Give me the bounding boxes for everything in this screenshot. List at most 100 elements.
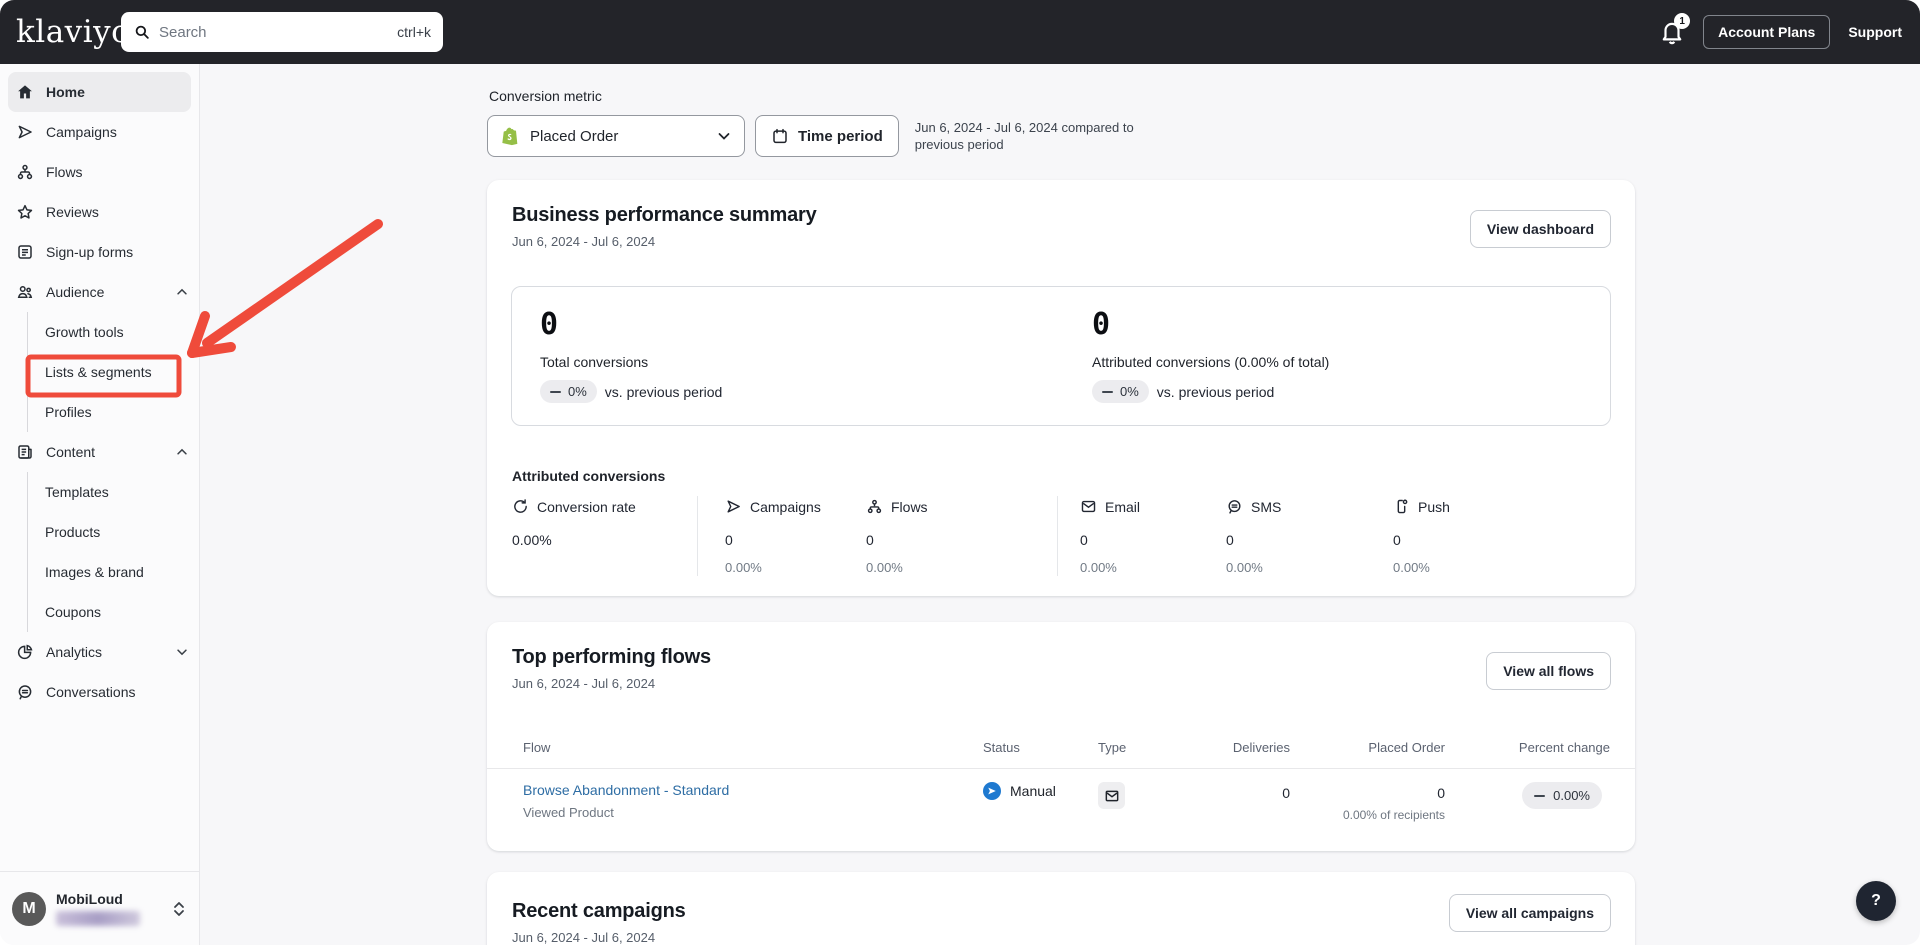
card-title: Business performance summary <box>512 204 817 226</box>
view-all-campaigns-button[interactable]: View all campaigns <box>1448 894 1611 932</box>
account-id-redacted <box>56 911 140 926</box>
send-icon <box>16 123 34 141</box>
conversion-metric-value: Placed Order <box>530 127 619 145</box>
sidebar-subitem-label: Coupons <box>45 604 102 620</box>
flow-name-link[interactable]: Browse Abandonment - Standard <box>523 782 729 798</box>
total-conversions-stat: 0 Total conversions 0% vs. previous peri… <box>540 307 722 403</box>
email-icon <box>1105 790 1118 801</box>
change-pill: 0% <box>1092 380 1149 403</box>
metric-value: 0.00% <box>512 532 552 548</box>
metric-email: Email 0 0.00% <box>1058 496 1226 576</box>
help-button[interactable]: ? <box>1856 881 1896 921</box>
metric-sub: 0.00% <box>1226 560 1263 575</box>
dashboard-controls: Placed Order Time period Jun 6, 2024 - J… <box>487 115 1137 157</box>
flow-status-cell: Manual <box>983 782 1098 800</box>
placed-order-sub: 0.00% of recipients <box>1342 808 1445 822</box>
account-switcher[interactable]: M MobiLoud <box>0 871 199 945</box>
sidebar-item-home[interactable]: Home <box>8 72 191 112</box>
sidebar-item-flows[interactable]: Flows <box>0 152 199 192</box>
sidebar-item-conversations[interactable]: Conversations <box>0 672 199 712</box>
column-header-status: Status <box>983 740 1020 755</box>
sidebar-item-campaigns[interactable]: Campaigns <box>0 112 199 152</box>
sidebar-item-products[interactable]: Products <box>28 512 199 552</box>
metric-label: Campaigns <box>750 498 821 515</box>
search-shortcut-hint: ctrl+k <box>397 24 431 40</box>
card-title: Recent campaigns <box>512 900 686 922</box>
change-pill: 0% <box>540 380 597 403</box>
conversion-rate-icon <box>514 499 527 513</box>
sidebar-subitem-label: Growth tools <box>45 324 124 340</box>
chevron-up-down-icon[interactable] <box>171 899 187 919</box>
change-note: vs. previous period <box>1156 383 1275 400</box>
time-period-button[interactable]: Time period <box>755 115 899 157</box>
flows-table-header: Flow Status Type Deliveries Placed Order… <box>487 740 1635 755</box>
support-link[interactable]: Support <box>1848 24 1902 40</box>
sidebar-item-analytics[interactable]: Analytics <box>0 632 199 672</box>
sidebar-item-label: Audience <box>46 284 105 300</box>
account-name: MobiLoud <box>56 891 123 907</box>
notifications-button[interactable]: 1 <box>1659 13 1691 45</box>
column-header-flow: Flow <box>523 740 551 755</box>
flow-table-row[interactable]: Browse Abandonment - Standard Viewed Pro… <box>487 782 1635 822</box>
sidebar-item-coupons[interactable]: Coupons <box>28 592 199 632</box>
metric-label: Flows <box>891 498 928 515</box>
chevron-down-icon <box>716 128 732 144</box>
column-header-placed-order: Placed Order <box>1368 740 1445 755</box>
placed-order-value: 0 <box>1437 785 1445 801</box>
flow-name-cell: Browse Abandonment - Standard Viewed Pro… <box>523 782 983 820</box>
sidebar-item-lists-segments[interactable]: Lists & segments <box>28 352 199 392</box>
flow-placed-order-cell: 0 0.00% of recipients <box>1290 782 1445 822</box>
chevron-up-icon[interactable] <box>175 285 189 299</box>
sidebar-item-reviews[interactable]: Reviews <box>0 192 199 232</box>
sidebar-item-audience[interactable]: Audience <box>0 272 199 312</box>
change-value: 0% <box>1120 384 1139 399</box>
email-icon <box>1081 500 1096 513</box>
audience-subgroup: Growth tools Lists & segments Profiles <box>27 312 199 432</box>
sidebar-item-templates[interactable]: Templates <box>28 472 199 512</box>
sidebar-item-signup-forms[interactable]: Sign-up forms <box>0 232 199 272</box>
date-range-compare-text: Jun 6, 2024 - Jul 6, 2024 compared to pr… <box>914 120 1134 152</box>
global-search[interactable]: ctrl+k <box>121 12 443 52</box>
stat-label: Attributed conversions (0.00% of total) <box>1092 354 1330 370</box>
status-manual-icon <box>983 782 1001 800</box>
metric-label: SMS <box>1251 498 1282 515</box>
chevron-down-icon[interactable] <box>175 645 189 659</box>
metric-label: Email <box>1105 498 1141 515</box>
dash-icon <box>1102 390 1113 393</box>
flows-icon <box>867 499 882 514</box>
metric-campaigns: Campaigns 0 0.00% <box>698 496 866 576</box>
shopify-icon <box>502 127 518 146</box>
flows-icon <box>16 163 34 181</box>
pie-chart-icon <box>16 643 34 661</box>
sidebar-item-growth-tools[interactable]: Growth tools <box>28 312 199 352</box>
calendar-icon <box>773 128 787 144</box>
content-icon <box>16 443 34 461</box>
sidebar-subitem-label: Templates <box>45 484 109 500</box>
klaviyo-dashboard-page: klaviyo ctrl+k 1 Account Plans Support <box>0 0 1920 945</box>
conversion-metric-select[interactable]: Placed Order <box>487 115 745 157</box>
summary-stats-box: 0 Total conversions 0% vs. previous peri… <box>511 286 1611 426</box>
search-icon <box>133 23 151 41</box>
search-input[interactable] <box>159 23 390 41</box>
flow-percent-change-cell: 0.00% <box>1445 782 1610 809</box>
attributed-conversions-title: Attributed conversions <box>512 468 666 484</box>
view-dashboard-button[interactable]: View dashboard <box>1469 210 1611 248</box>
sidebar-item-label: Home <box>46 84 85 100</box>
sidebar-item-label: Analytics <box>46 644 103 660</box>
sidebar-item-content[interactable]: Content <box>0 432 199 472</box>
sidebar-item-profiles[interactable]: Profiles <box>28 392 199 432</box>
attributed-metrics-row: Conversion rate 0.00% Campaigns 0 0.00% <box>512 496 1611 576</box>
chevron-up-icon[interactable] <box>175 445 189 459</box>
view-all-flows-button[interactable]: View all flows <box>1486 652 1611 690</box>
sidebar-item-images-brand[interactable]: Images & brand <box>28 552 199 592</box>
flow-trigger: Viewed Product <box>523 805 614 820</box>
metric-sub: 0.00% <box>1393 560 1430 575</box>
sidebar-subitem-label: Images & brand <box>45 564 144 580</box>
account-plans-button[interactable]: Account Plans <box>1703 15 1831 49</box>
conversion-metric-label: Conversion metric <box>489 88 602 104</box>
metric-label: Push <box>1418 498 1450 515</box>
metric-flows: Flows 0 0.00% <box>866 496 1058 576</box>
form-icon <box>16 243 34 261</box>
top-flows-card: Top performing flows Jun 6, 2024 - Jul 6… <box>487 622 1635 851</box>
email-type-chip <box>1098 782 1125 809</box>
